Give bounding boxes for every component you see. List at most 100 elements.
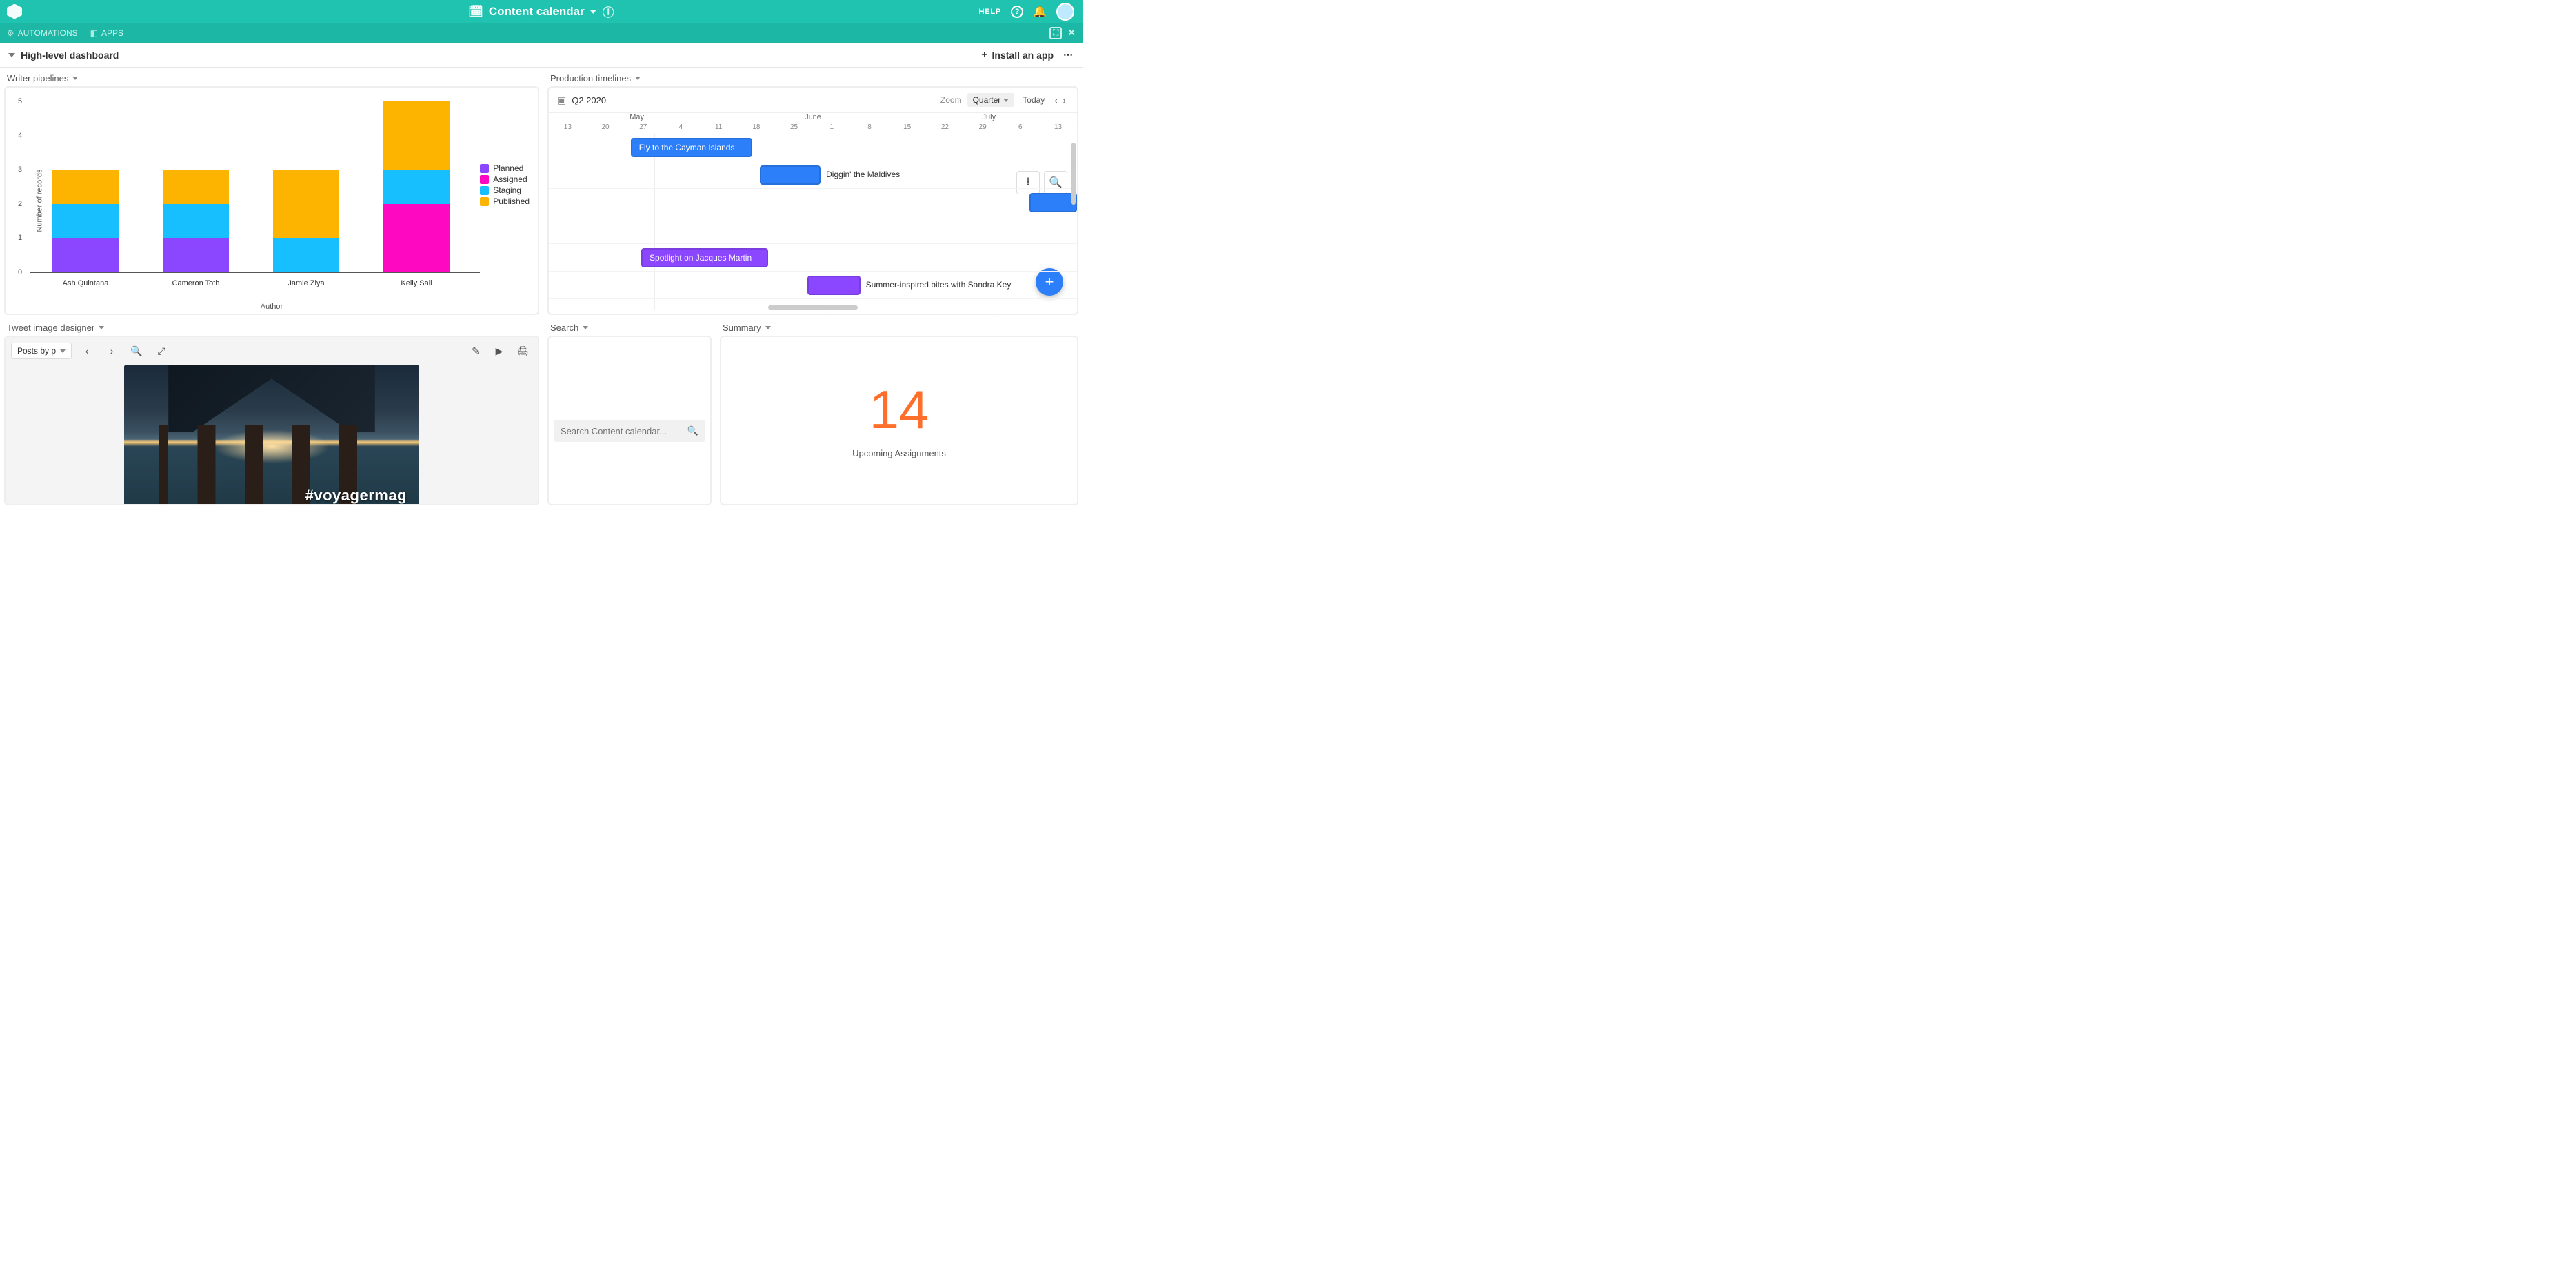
summary-label: Upcoming Assignments bbox=[721, 448, 1077, 458]
legend-item[interactable]: Planned bbox=[480, 163, 530, 173]
app-logo-icon[interactable] bbox=[7, 4, 22, 19]
bar-segment[interactable] bbox=[383, 101, 450, 170]
base-title: Content calendar bbox=[489, 5, 585, 19]
tweet-select-label: Posts by p bbox=[17, 346, 56, 356]
writer-pipelines-panel: Writer pipelines Number of records Autho… bbox=[0, 68, 543, 317]
timeline-day: 27 bbox=[624, 123, 662, 134]
chevron-down-icon bbox=[72, 77, 78, 80]
info-icon[interactable]: ⓘ bbox=[603, 3, 614, 20]
summary-body: 14 Upcoming Assignments bbox=[720, 336, 1078, 505]
notifications-icon[interactable]: 🔔 bbox=[1033, 5, 1047, 19]
dashboard-bar: High-level dashboard + Install an app ⋯ bbox=[0, 43, 1083, 68]
timeline-event[interactable] bbox=[1029, 193, 1077, 212]
search-box[interactable]: 🔍 bbox=[554, 420, 705, 442]
dashboard-title: High-level dashboard bbox=[21, 50, 119, 61]
summary-header[interactable]: Summary bbox=[716, 317, 1083, 336]
timeline-hscrollbar[interactable] bbox=[768, 305, 858, 310]
legend-swatch-icon bbox=[480, 197, 489, 206]
timeline-row bbox=[549, 134, 1077, 161]
chevron-down-icon bbox=[583, 326, 588, 329]
timeline-day: 22 bbox=[926, 123, 964, 134]
bar-segment[interactable] bbox=[383, 204, 450, 272]
timeline-body: ▣ Q2 2020 Zoom Quarter Today ‹ › MayJune… bbox=[547, 86, 1078, 315]
timeline-prev-icon[interactable]: ‹ bbox=[1051, 95, 1060, 105]
search-header[interactable]: Search bbox=[543, 317, 716, 336]
chevron-down-icon bbox=[60, 349, 66, 353]
bar-segment[interactable] bbox=[163, 170, 229, 204]
install-app-label: Install an app bbox=[992, 50, 1054, 61]
tweet-expand-icon[interactable]: ⤢ bbox=[152, 345, 171, 357]
bar-segment[interactable] bbox=[383, 170, 450, 204]
avatar[interactable] bbox=[1056, 3, 1074, 21]
base-title-wrap[interactable]: 🗓 Content calendar ⓘ bbox=[468, 3, 614, 20]
timeline-next-icon[interactable]: › bbox=[1060, 95, 1069, 105]
plus-icon: + bbox=[981, 49, 987, 61]
y-tick: 3 bbox=[18, 165, 22, 174]
timeline-event[interactable] bbox=[760, 165, 821, 185]
search-input[interactable] bbox=[561, 426, 687, 436]
close-panel-icon[interactable]: ✕ bbox=[1067, 27, 1076, 39]
help-label[interactable]: HELP bbox=[979, 8, 1002, 16]
legend-swatch-icon bbox=[480, 186, 489, 195]
writer-pipelines-header[interactable]: Writer pipelines bbox=[0, 68, 543, 86]
tweet-designer-header[interactable]: Tweet image designer bbox=[0, 317, 543, 336]
y-tick: 4 bbox=[18, 132, 22, 140]
bar-segment[interactable] bbox=[52, 238, 119, 272]
summary-panel: Summary 14 Upcoming Assignments bbox=[716, 317, 1083, 507]
base-title-caret-icon[interactable] bbox=[590, 10, 597, 14]
timeline-record-icon[interactable]: ▣ bbox=[557, 94, 566, 106]
writer-pipelines-title: Writer pipelines bbox=[7, 73, 68, 83]
more-menu-icon[interactable]: ⋯ bbox=[1063, 49, 1074, 61]
legend-item[interactable]: Staging bbox=[480, 185, 530, 195]
tweet-next-icon[interactable]: › bbox=[102, 345, 121, 356]
bar-segment[interactable] bbox=[52, 170, 119, 204]
timeline-day: 25 bbox=[775, 123, 813, 134]
tweet-play-icon[interactable]: ▶ bbox=[490, 345, 509, 357]
tweet-designer-body: Posts by p ‹ › 🔍 ⤢ ✎ ▶ 🖨 #voyagermag bbox=[4, 336, 539, 505]
bar-segment[interactable] bbox=[163, 204, 229, 239]
tweet-zoom-icon[interactable]: 🔍 bbox=[127, 345, 146, 357]
production-timelines-panel: Production timelines ▣ Q2 2020 Zoom Quar… bbox=[543, 68, 1083, 317]
timeline-row bbox=[549, 216, 1077, 244]
timeline-day: 1 bbox=[813, 123, 851, 134]
x-tick-label: Jamie Ziya bbox=[251, 279, 361, 287]
timeline-event[interactable]: Spotlight on Jacques Martin bbox=[641, 248, 768, 267]
tweet-hashtag: #voyagermag bbox=[305, 487, 407, 505]
y-tick: 5 bbox=[18, 97, 22, 105]
help-icon[interactable]: ? bbox=[1011, 6, 1023, 18]
expand-icon[interactable]: ⛶ bbox=[1049, 27, 1062, 39]
install-app-button[interactable]: + Install an app bbox=[981, 49, 1054, 61]
timeline-event[interactable]: Fly to the Cayman Islands bbox=[631, 138, 752, 157]
bar-segment[interactable] bbox=[273, 238, 339, 272]
timeline-grid[interactable]: ⭳ 🔍 + Fly to the Cayman IslandsDiggin' t… bbox=[549, 134, 1077, 310]
production-timelines-header[interactable]: Production timelines bbox=[543, 68, 1083, 86]
tweet-view-selector[interactable]: Posts by p bbox=[11, 343, 72, 359]
legend-item[interactable]: Assigned bbox=[480, 174, 530, 184]
chart-legend: PlannedAssignedStagingPublished bbox=[480, 163, 530, 207]
timeline-day: 13 bbox=[549, 123, 587, 134]
tweet-print-icon[interactable]: 🖨 bbox=[513, 345, 532, 357]
apps-link[interactable]: ◧ APPS bbox=[90, 28, 123, 38]
legend-swatch-icon bbox=[480, 164, 489, 173]
legend-item[interactable]: Published bbox=[480, 196, 530, 206]
timeline-vscrollbar[interactable] bbox=[1071, 143, 1076, 205]
dashboard-caret-icon[interactable] bbox=[8, 53, 15, 57]
bar-segment[interactable] bbox=[273, 170, 339, 238]
scale-selector[interactable]: Quarter bbox=[967, 93, 1015, 107]
automations-link[interactable]: ⚙ AUTOMATIONS bbox=[7, 28, 78, 38]
x-tick-label: Ash Quintana bbox=[30, 279, 141, 287]
bar-segment[interactable] bbox=[52, 204, 119, 239]
timeline-row bbox=[549, 189, 1077, 216]
today-button[interactable]: Today bbox=[1023, 95, 1045, 105]
timeline-label: Q2 2020 bbox=[572, 95, 606, 105]
scale-label: Quarter bbox=[973, 95, 1001, 105]
chart-plot: 012345Ash QuintanaCameron TothJamie Ziya… bbox=[18, 94, 459, 274]
bar-segment[interactable] bbox=[163, 238, 229, 272]
tweet-prev-icon[interactable]: ‹ bbox=[77, 345, 97, 356]
tweet-image-preview[interactable]: #voyagermag bbox=[124, 365, 419, 505]
tweet-edit-icon[interactable]: ✎ bbox=[466, 345, 485, 357]
main-grid: Writer pipelines Number of records Autho… bbox=[0, 68, 1083, 507]
timeline-event[interactable] bbox=[807, 276, 861, 295]
tweet-toolbar: Posts by p ‹ › 🔍 ⤢ ✎ ▶ 🖨 bbox=[6, 337, 538, 365]
summary-title: Summary bbox=[723, 323, 761, 333]
